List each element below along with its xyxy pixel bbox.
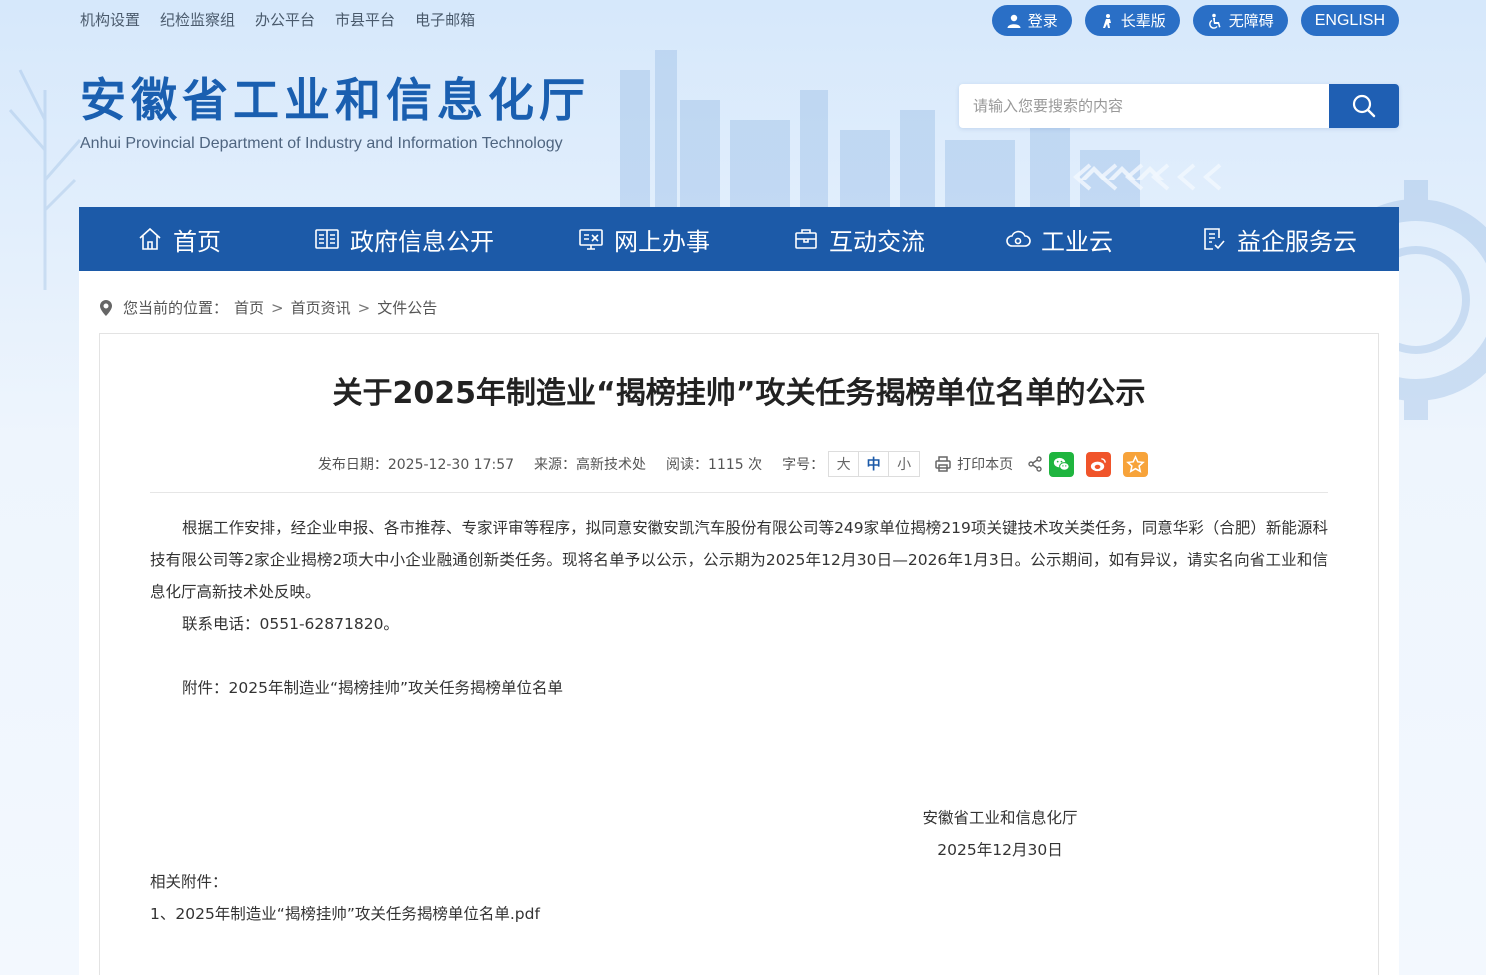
nav-label-gov-info: 政府信息公开 bbox=[350, 227, 494, 256]
search-icon bbox=[1352, 94, 1376, 118]
breadcrumb-label: 您当前的位置： bbox=[123, 299, 229, 317]
breadcrumb-separator: > bbox=[357, 298, 371, 317]
elder-label: 长辈版 bbox=[1120, 12, 1166, 30]
nav-item-interaction[interactable]: 互动交流 bbox=[759, 207, 959, 271]
article-paragraph: 根据工作安排，经企业申报、各市推荐、专家评审等程序，拟同意安徽安凯汽车股份有限公… bbox=[150, 519, 1328, 601]
signature: 安徽省工业和信息化厅 2025年12月30日 bbox=[900, 802, 1100, 866]
login-button[interactable]: 登录 bbox=[991, 5, 1072, 36]
article-title: 关于2025年制造业“揭榜挂帅”攻关任务揭榜单位名单的公示 bbox=[332, 376, 1146, 411]
nav-item-industry-cloud[interactable]: 工业云 bbox=[959, 207, 1159, 271]
related-attachments: 相关附件： 1、2025年制造业“揭榜挂帅”攻关任务揭榜单位名单.pdf bbox=[150, 866, 540, 930]
briefcase-icon bbox=[795, 229, 817, 249]
top-buttons: 登录 长辈版 无障碍 ENGLISH bbox=[991, 5, 1399, 36]
search-bar bbox=[959, 84, 1399, 128]
breadcrumb-item-home[interactable]: 首页 bbox=[234, 297, 264, 318]
nav-item-enterprise-cloud[interactable]: 益企服务云 bbox=[1159, 207, 1399, 271]
site-title: 安徽省工业和信息化厅 bbox=[80, 73, 590, 127]
signature-date: 2025年12月30日 bbox=[937, 841, 1063, 859]
top-link-email[interactable]: 电子邮箱 bbox=[415, 10, 475, 30]
font-size-label: 字号： bbox=[782, 457, 825, 473]
wechat-share-button[interactable] bbox=[1049, 451, 1075, 477]
location-pin-icon bbox=[100, 299, 112, 316]
weibo-icon bbox=[1091, 457, 1106, 471]
publish-date: 发布日期：2025-12-30 17:57 bbox=[317, 457, 515, 473]
elder-icon bbox=[1102, 13, 1111, 28]
login-label: 登录 bbox=[1027, 12, 1058, 30]
wechat-icon bbox=[1054, 457, 1070, 471]
star-icon bbox=[1126, 454, 1145, 473]
user-icon bbox=[1007, 14, 1021, 28]
breadcrumb: 您当前的位置： 首页 > 首页资讯 > 文件公告 bbox=[99, 297, 437, 318]
elder-version-button[interactable]: 长辈版 bbox=[1084, 5, 1180, 36]
nav-item-online-service[interactable]: 网上办事 bbox=[529, 207, 759, 271]
top-link-office[interactable]: 办公平台 bbox=[255, 10, 315, 30]
font-size-small[interactable]: 小 bbox=[889, 452, 919, 476]
font-size-selector: 大 中 小 bbox=[828, 451, 921, 477]
attachment-link[interactable]: 1、2025年制造业“揭榜挂帅”攻关任务揭榜单位名单.pdf bbox=[150, 905, 540, 923]
print-button[interactable]: 打印本页 bbox=[934, 454, 1013, 474]
top-link-city[interactable]: 市县平台 bbox=[335, 10, 395, 30]
wheelchair-icon bbox=[1208, 13, 1221, 29]
nav-item-gov-info[interactable]: 政府信息公开 bbox=[279, 207, 529, 271]
monitor-icon bbox=[579, 229, 603, 250]
nav-label-interaction: 互动交流 bbox=[829, 227, 925, 256]
font-size-large[interactable]: 大 bbox=[829, 452, 860, 476]
search-button[interactable] bbox=[1329, 84, 1399, 128]
tree-decoration-icon bbox=[8, 69, 82, 290]
printer-icon bbox=[935, 456, 951, 472]
home-icon bbox=[139, 227, 161, 250]
font-size-medium[interactable]: 中 bbox=[859, 452, 890, 476]
search-input[interactable] bbox=[959, 84, 1329, 128]
top-links: 机构设置 纪检监察组 办公平台 市县平台 电子邮箱 bbox=[80, 10, 475, 30]
favorite-button[interactable] bbox=[1123, 451, 1149, 477]
breadcrumb-item-news[interactable]: 首页资讯 bbox=[291, 297, 351, 318]
article-meta: 发布日期：2025-12-30 17:57 来源：高新技术处 阅读：1115 次… bbox=[100, 451, 1378, 477]
attachment-note: 附件：2025年制造业“揭榜挂帅”攻关任务揭榜单位名单 bbox=[182, 679, 564, 697]
meta-divider bbox=[150, 492, 1328, 493]
main-content: 您当前的位置： 首页 > 首页资讯 > 文件公告 关于2025年制造业“揭榜挂帅… bbox=[79, 271, 1399, 975]
book-icon bbox=[315, 229, 339, 249]
main-nav: 首页 政府信息公开 网上办事 互动交流 工业云 益企服务云 bbox=[79, 207, 1399, 271]
article: 关于2025年制造业“揭榜挂帅”攻关任务揭榜单位名单的公示 发布日期：2025-… bbox=[99, 333, 1379, 975]
nav-label-online-service: 网上办事 bbox=[614, 227, 710, 256]
site-subtitle: Anhui Provincial Department of Industry … bbox=[80, 135, 563, 152]
nav-label-enterprise-cloud: 益企服务云 bbox=[1237, 227, 1357, 256]
breadcrumb-item-notices[interactable]: 文件公告 bbox=[377, 297, 437, 318]
view-count: 阅读：1115 次 bbox=[666, 457, 763, 473]
breadcrumb-separator: > bbox=[271, 298, 284, 317]
nav-label-home: 首页 bbox=[173, 227, 221, 256]
article-body: 根据工作安排，经企业申报、各市推荐、专家评审等程序，拟同意安徽安凯汽车股份有限公… bbox=[150, 512, 1328, 704]
nav-item-home[interactable]: 首页 bbox=[79, 207, 279, 271]
cloud-icon bbox=[1006, 230, 1031, 247]
contact-phone: 联系电话：0551-62871820。 bbox=[182, 615, 399, 633]
signature-org: 安徽省工业和信息化厅 bbox=[922, 809, 1078, 827]
english-button[interactable]: ENGLISH bbox=[1300, 5, 1399, 36]
weibo-share-button[interactable] bbox=[1086, 451, 1112, 477]
document-check-icon bbox=[1204, 228, 1225, 250]
attachments-label: 相关附件： bbox=[150, 873, 228, 891]
share-icon[interactable] bbox=[1027, 456, 1043, 472]
nav-label-industry-cloud: 工业云 bbox=[1041, 227, 1113, 256]
print-label: 打印本页 bbox=[957, 457, 1014, 473]
top-link-discipline[interactable]: 纪检监察组 bbox=[160, 10, 235, 30]
accessibility-label: 无障碍 bbox=[1228, 12, 1274, 30]
top-link-org[interactable]: 机构设置 bbox=[80, 10, 140, 30]
article-source: 来源：高新技术处 bbox=[534, 457, 647, 473]
accessibility-button[interactable]: 无障碍 bbox=[1192, 5, 1288, 36]
